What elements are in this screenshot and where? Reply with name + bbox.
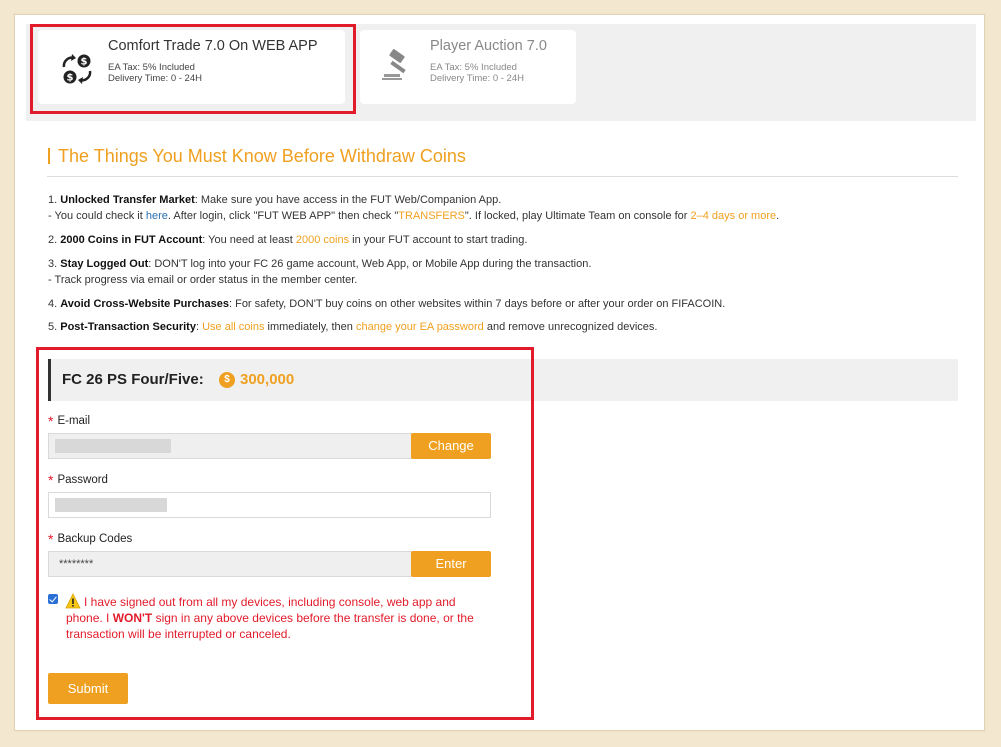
note-1: 1. Unlocked Transfer Market: Make sure y…	[48, 194, 502, 206]
note-5: 5. Post-Transaction Security: Use all co…	[48, 321, 658, 333]
tab-tax: EA Tax: 5% Included	[108, 62, 195, 73]
coin-amount: 300,000	[240, 371, 295, 388]
email-field[interactable]	[48, 433, 412, 459]
backup-codes-field[interactable]: ********	[48, 551, 412, 577]
enter-button[interactable]: Enter	[411, 551, 491, 577]
note-4: 4. Avoid Cross-Website Purchases: For sa…	[48, 298, 726, 310]
password-label: * Password	[48, 472, 108, 488]
change-password-link[interactable]: change your EA password	[356, 321, 484, 333]
tab-meta: EA Tax: 5% Included Delivery Time: 0 - 2…	[430, 62, 524, 84]
note-2: 2. 2000 Coins in FUT Account: You need a…	[48, 234, 528, 246]
svg-text:$: $	[67, 73, 74, 84]
order-header: FC 26 PS Four/Five: $ 300,000	[48, 359, 958, 401]
platform-label: FC 26 PS Four/Five:	[62, 371, 204, 388]
here-link[interactable]: here	[146, 210, 168, 222]
note-3: 3. Stay Logged Out: DON'T log into your …	[48, 258, 592, 270]
title-accent-bar	[48, 148, 50, 164]
required-mark: *	[48, 413, 54, 429]
tab-tax: EA Tax: 5% Included	[430, 62, 517, 73]
tab-delivery: Delivery Time: 0 - 24H	[108, 73, 202, 84]
tab-meta: EA Tax: 5% Included Delivery Time: 0 - 2…	[108, 62, 202, 84]
tab-title: Comfort Trade 7.0 On WEB APP	[108, 38, 318, 54]
required-mark: *	[48, 531, 54, 547]
section-title-text: The Things You Must Know Before Withdraw…	[58, 146, 466, 166]
tab-player-auction[interactable]: Player Auction 7.0 EA Tax: 5% Included D…	[360, 30, 576, 104]
agree-checkbox[interactable]	[48, 594, 58, 604]
section-title: The Things You Must Know Before Withdraw…	[48, 146, 466, 167]
tab-title: Player Auction 7.0	[430, 38, 547, 54]
tab-delivery: Delivery Time: 0 - 24H	[430, 73, 524, 84]
masked-value	[55, 439, 171, 453]
submit-button[interactable]: Submit	[48, 673, 128, 704]
tab-comfort-trade[interactable]: $ $ Comfort Trade 7.0 On WEB APP EA Tax:…	[38, 30, 345, 104]
change-button[interactable]: Change	[411, 433, 491, 459]
backup-codes-label: * Backup Codes	[48, 531, 133, 547]
svg-text:$: $	[81, 57, 88, 68]
coin-icon: $	[219, 372, 235, 388]
email-label: * E-mail	[48, 413, 91, 429]
required-mark: *	[48, 472, 54, 488]
note-3-detail: - Track progress via email or order stat…	[48, 274, 358, 286]
coins-exchange-icon: $ $	[62, 54, 92, 84]
auction-gavel-icon	[382, 49, 406, 80]
password-field[interactable]	[48, 492, 491, 518]
agreement-text: I have signed out from all my devices, i…	[66, 595, 474, 641]
header-accent-bar	[48, 359, 51, 401]
masked-value	[55, 498, 167, 512]
section-divider	[47, 176, 958, 177]
use-coins-link[interactable]: Use all coins	[202, 321, 264, 333]
note-1-detail: - You could check it here. After login, …	[48, 210, 780, 222]
